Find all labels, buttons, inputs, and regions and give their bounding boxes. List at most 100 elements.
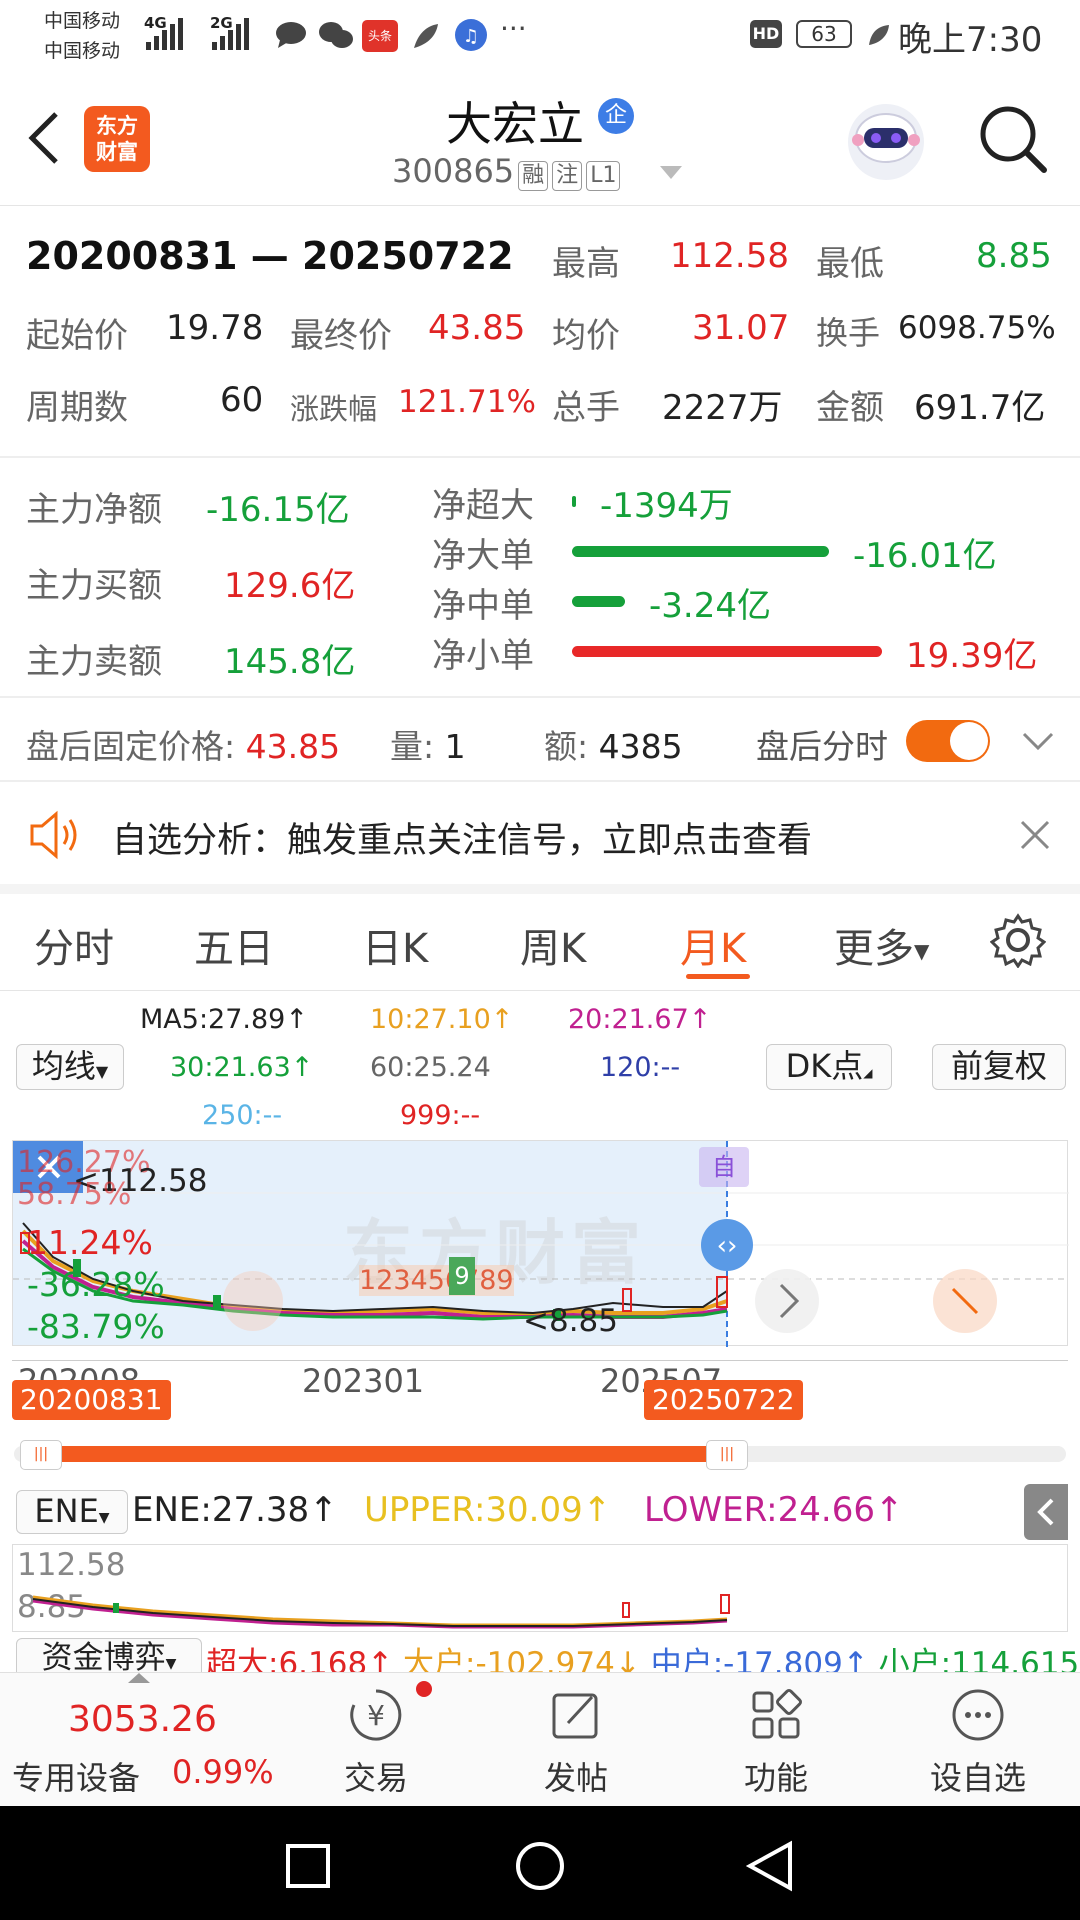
after-price: 43.85 [245,727,341,766]
flow-value-big: -16.01亿 [853,536,997,576]
tab-daily-k[interactable]: 日K [362,916,428,974]
stock-name: 大宏立 [446,97,584,151]
collapse-side-button[interactable] [1024,1484,1068,1540]
kline-chart[interactable]: 东方财富 ‹› 126.27% <112.58 58.75% 11.24% -3… [12,1140,1069,1347]
corner-caret-icon: ◢ [863,1066,873,1080]
music-icon: ♫ [455,19,487,51]
change-label: 涨跌幅 [290,392,378,426]
after-hours-row: 盘后固定价格: 43.85 [26,720,340,768]
notice-text[interactable]: 自选分析：触发重点关注信号，立即点击查看 [112,812,812,863]
chevron-down-icon[interactable] [660,166,682,180]
flow-breakdown: 净超大 -1394万 净大单 -16.01亿 净中单 -3.24亿 净小单 19… [432,478,1062,678]
flow-label-super: 净超大 [432,486,534,526]
robot-assistant-icon[interactable] [844,100,928,184]
net-main-label: 主力净额 [26,490,162,530]
speaker-icon [30,810,77,860]
nav-post[interactable]: 发帖 [516,1685,636,1799]
after-minute-toggle[interactable] [906,720,990,762]
range-start-label: 20200831 [12,1380,171,1420]
clock: 晚上7:30 [898,20,1043,60]
buy-main-label: 主力买额 [26,566,162,606]
dk-point-button[interactable]: DK点◢ [766,1044,892,1090]
nav-functions[interactable]: 功能 [716,1685,836,1799]
range-start: 20200831 [26,234,238,278]
adjust-button[interactable]: 前复权 [932,1044,1066,1090]
settings-gear-icon[interactable] [990,912,1046,968]
carrier-1: 中国移动 [44,10,121,32]
flow-value-super: -1394万 [600,486,733,526]
capital-select-label: 资金博弈 [41,1640,166,1676]
range-handle-left[interactable]: ||| [20,1440,62,1470]
periods-value: 60 [220,380,264,420]
ene-lower: LOWER:24.66↑ [644,1490,904,1530]
pct-label-2: 58.75% [17,1177,132,1212]
toutiao-icon: 头条 [362,20,398,52]
turnover-label: 换手 [816,314,881,352]
open-label: 起始价 [26,316,128,356]
nav-functions-label: 功能 [743,1759,808,1797]
flow-label-small: 净小单 [432,636,534,676]
after-vol-label: 量: [390,727,435,766]
eastmoney-logo[interactable]: 东方 财富 [84,106,150,172]
ma-select[interactable]: 均线▼ [16,1044,124,1090]
flow-value-mid: -3.24亿 [649,586,771,626]
tab-monthly-k[interactable]: 月K [680,916,746,974]
flow-value-small: 19.39亿 [906,636,1038,676]
range-handle-right[interactable]: ||| [706,1440,748,1470]
recent-apps-icon[interactable] [284,1842,332,1890]
nav-trade[interactable]: ¥ 交易 [316,1685,436,1799]
tab-more[interactable]: 更多▼ [834,916,929,974]
x-tick-2: 202301 [302,1362,425,1400]
range-end-label: 20250722 [644,1380,803,1420]
margin-tag: 融 [518,161,549,191]
system-nav-bar [0,1806,1080,1920]
tab-minute[interactable]: 分时 [34,916,114,974]
x-axis [12,1348,1068,1361]
high-value: 112.58 [670,236,789,276]
range-sep: — [250,234,289,278]
battery-icon: 63 [796,20,852,48]
caret-down-icon: ▼ [165,1656,177,1672]
ene-upper: UPPER:30.09↑ [364,1490,612,1530]
nav-add-watchlist-label: 设自选 [929,1759,1026,1797]
pct-label-4: -36.28% [27,1265,165,1304]
volume-value: 2227万 [662,388,783,428]
avg-value: 31.07 [692,308,790,348]
nav-add-watchlist[interactable]: 设自选 [918,1685,1038,1799]
dk-label: DK点 [785,1047,864,1085]
ene-select-label: ENE [34,1492,99,1530]
sell-main-value: 145.8亿 [224,642,356,682]
carrier-2: 中国移动 [44,40,121,62]
level-tag: L1 [586,161,621,191]
wechat-icon [319,22,353,48]
flow-bar-big [572,546,829,557]
divider [0,990,1080,991]
tab-weekly-k[interactable]: 周K [520,916,586,974]
svg-text:♫: ♫ [463,26,479,47]
ene-select[interactable]: ENE▼ [16,1490,128,1534]
edit-icon [552,1693,598,1739]
index-value[interactable]: 3053.26 [68,1699,217,1740]
chevron-left-icon [1037,1498,1054,1526]
flow-label-mid: 净中单 [432,586,534,626]
change-value: 121.71% [398,384,536,420]
divider [0,780,1080,782]
home-icon[interactable] [514,1840,566,1892]
self-marker: 自 [699,1147,749,1187]
ene-chart[interactable]: 112.58 8.85 [12,1544,1068,1632]
sector-name[interactable]: 专用设备 [12,1753,140,1799]
close-icon[interactable] [1020,820,1050,850]
ma20-value: 20:21.67↑ [568,1004,712,1035]
tab-indicator [686,974,750,979]
expand-chevron-icon[interactable] [1022,730,1054,752]
tab-five-day[interactable]: 五日 [194,916,274,974]
periods-label: 周期数 [26,388,128,428]
status-bar: 中国移动 中国移动 4G 2G 头条 ♫ ··· HD 63 晚上7:30 [0,0,1080,72]
search-icon[interactable] [976,102,1050,176]
after-vol-value: 1 [444,727,466,766]
ene-value: ENE:27.38↑ [132,1490,338,1530]
back-icon[interactable] [24,110,64,166]
flow-bar-mid [572,596,625,607]
back-nav-icon[interactable] [746,1840,794,1892]
nav-post-label: 发帖 [543,1759,608,1797]
